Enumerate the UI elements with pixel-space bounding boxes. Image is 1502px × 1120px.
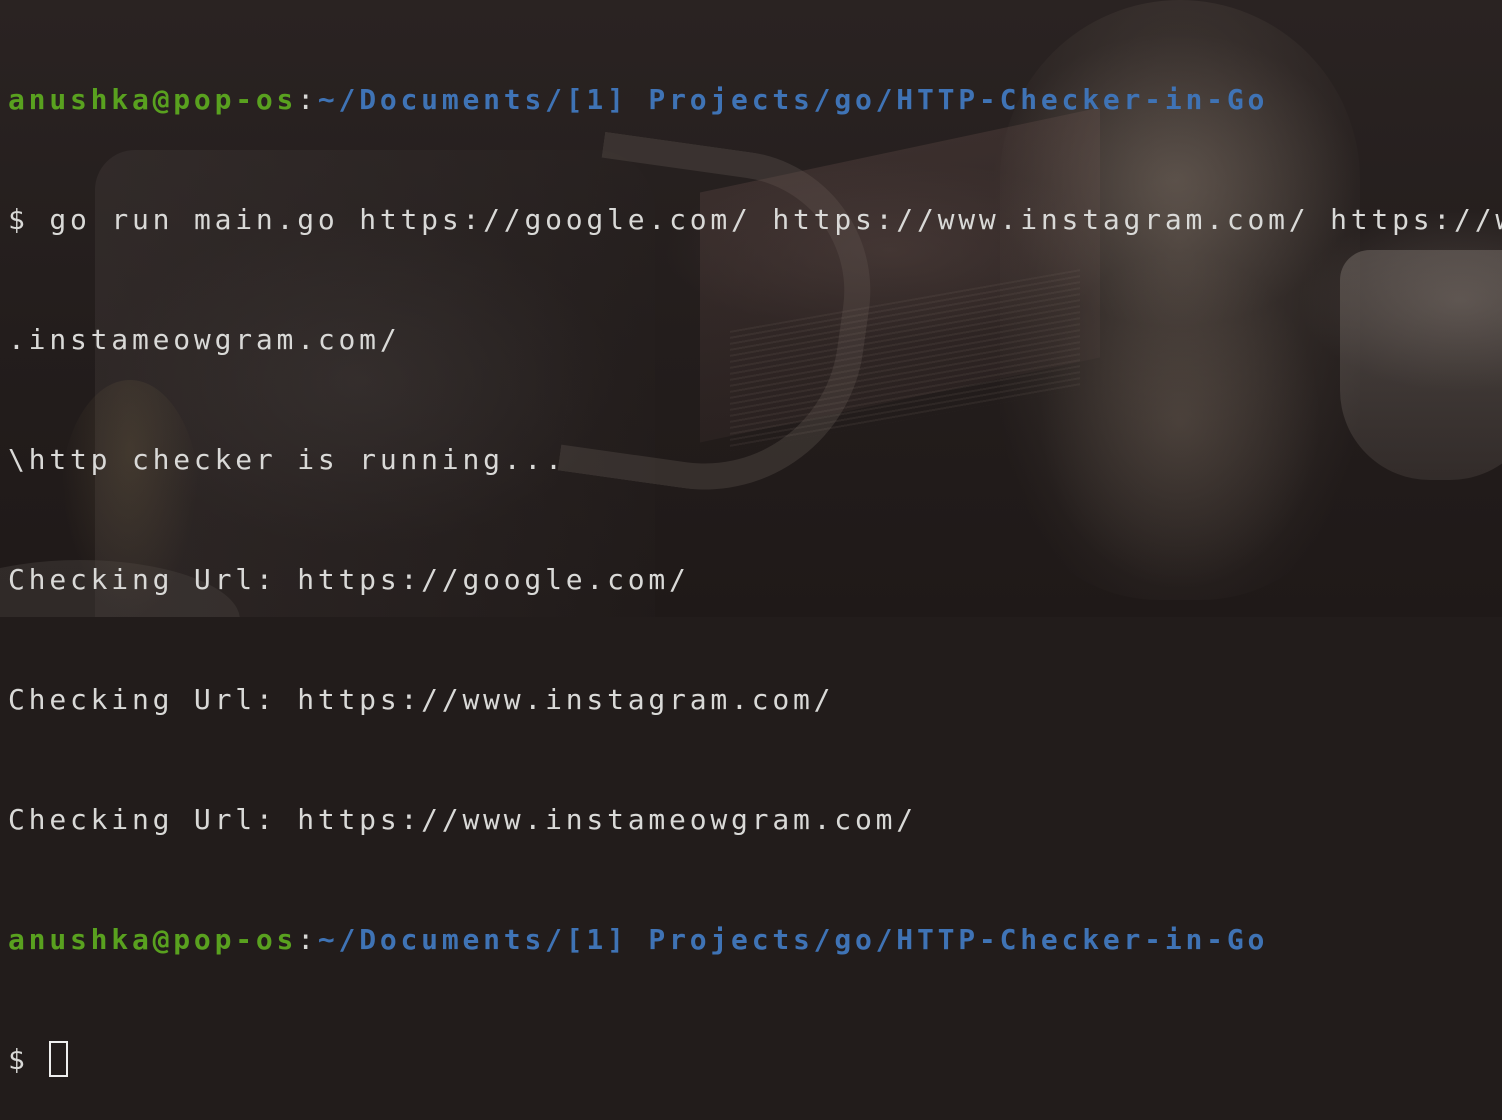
command-line-wrapped: .instameowgram.com/ xyxy=(8,323,401,356)
prompt-separator: : xyxy=(297,923,318,956)
prompt-path: ~/Documents/[1] Projects/go/HTTP-Checker… xyxy=(317,83,1269,116)
text-cursor[interactable] xyxy=(49,1041,69,1077)
output-line: Checking Url: https://www.instagram.com/ xyxy=(8,683,835,716)
prompt-symbol: $ xyxy=(8,1043,29,1076)
input-line[interactable]: $ xyxy=(8,1040,1502,1080)
prompt-path: ~/Documents/[1] Projects/go/HTTP-Checker… xyxy=(317,923,1269,956)
output-line: Checking Url: https://google.com/ xyxy=(8,563,690,596)
output-line: \http checker is running... xyxy=(8,443,566,476)
prompt-user-host: anushka@pop-os xyxy=(8,923,298,956)
command-text: go run main.go https://google.com/ https… xyxy=(49,203,1502,236)
prompt-user-host: anushka@pop-os xyxy=(8,83,298,116)
command-line: $ go run main.go https://google.com/ htt… xyxy=(8,200,1502,240)
terminal-output[interactable]: anushka@pop-os:~/Documents/[1] Projects/… xyxy=(0,0,1502,1120)
prompt-symbol: $ xyxy=(8,203,29,236)
prompt-line: anushka@pop-os:~/Documents/[1] Projects/… xyxy=(8,80,1502,120)
output-line: Checking Url: https://www.instameowgram.… xyxy=(8,803,917,836)
prompt-separator: : xyxy=(297,83,318,116)
prompt-line: anushka@pop-os:~/Documents/[1] Projects/… xyxy=(8,920,1502,960)
